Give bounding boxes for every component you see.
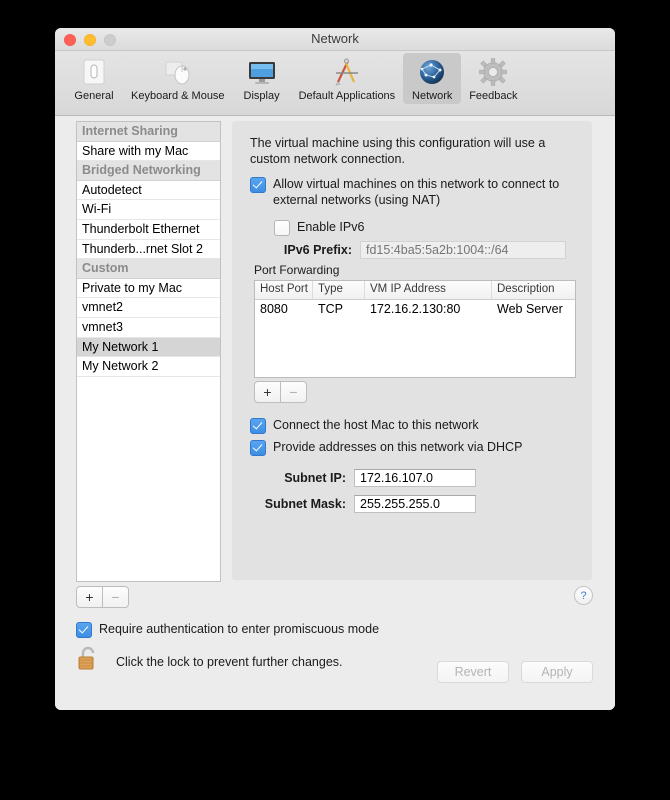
toolbar-item-default-applications[interactable]: Default Applications [293, 53, 402, 104]
toolbar-label-keyboard-mouse: Keyboard & Mouse [131, 90, 225, 102]
sidebar-item-my-network-2[interactable]: My Network 2 [77, 357, 220, 377]
toolbar-item-general[interactable]: General [65, 53, 123, 104]
sidebar-item-vmnet3[interactable]: vmnet3 [77, 318, 220, 338]
window-titlebar: Network [55, 28, 615, 51]
toolbar-label-general: General [74, 90, 114, 102]
table-row[interactable]: 8080 TCP 172.16.2.130:80 Web Server [255, 300, 575, 320]
column-header-description[interactable]: Description [492, 281, 575, 299]
toolbar-label-feedback: Feedback [469, 90, 518, 102]
toolbar-item-keyboard-mouse[interactable]: Keyboard & Mouse [125, 53, 231, 104]
enable-ipv6-checkbox-row[interactable]: Enable IPv6 [274, 219, 364, 236]
default-applications-icon [331, 56, 363, 88]
sidebar-item-wifi[interactable]: Wi-Fi [77, 200, 220, 220]
sidebar-item-thunderbolt-ethernet-slot-2[interactable]: Thunderb...rnet Slot 2 [77, 240, 220, 260]
help-button[interactable]: ? [574, 586, 593, 605]
display-icon [246, 56, 278, 88]
lock-instruction-text: Click the lock to prevent further change… [116, 654, 343, 669]
add-network-button[interactable]: + [76, 586, 103, 608]
toolbar-item-feedback[interactable]: Feedback [463, 53, 523, 104]
network-detail-panel: The virtual machine using this configura… [232, 121, 592, 580]
ipv6-prefix-input[interactable] [360, 241, 566, 259]
network-description: The virtual machine using this configura… [250, 136, 546, 166]
toolbar-item-display[interactable]: Display [233, 53, 291, 104]
sidebar-item-private-to-my-mac[interactable]: Private to my Mac [77, 279, 220, 299]
remove-network-button[interactable]: − [103, 586, 129, 608]
column-header-type[interactable]: Type [313, 281, 365, 299]
port-forwarding-title: Port Forwarding [254, 263, 340, 277]
promiscuous-checkbox-row[interactable]: Require authentication to enter promiscu… [76, 621, 379, 638]
allow-nat-checkbox[interactable] [250, 177, 266, 193]
port-forwarding-buttons: + − [254, 381, 307, 403]
dhcp-label: Provide addresses on this network via DH… [273, 440, 523, 454]
enable-ipv6-label: Enable IPv6 [297, 220, 365, 234]
toolbar-label-network: Network [412, 90, 453, 102]
cell-vm-ip-address: 172.16.2.130:80 [370, 302, 461, 316]
network-globe-icon [416, 56, 448, 88]
preferences-toolbar: General Keyboard & Mouse Display Default… [55, 51, 615, 116]
cell-type: TCP [318, 302, 343, 316]
port-forwarding-header-row: Host Port Type VM IP Address Description [255, 281, 575, 300]
footer-buttons: Revert Apply [437, 661, 593, 683]
cell-description: Web Server [497, 302, 563, 316]
ipv6-prefix-label: IPv6 Prefix: [283, 243, 352, 257]
apply-button[interactable]: Apply [521, 661, 593, 683]
sidebar-empty-space [77, 377, 220, 396]
sidebar-section-internet-sharing: Internet Sharing [77, 122, 220, 142]
subnet-mask-row: Subnet Mask: [250, 495, 476, 513]
sidebar-section-custom: Custom [77, 259, 220, 279]
toolbar-item-network[interactable]: Network [403, 53, 462, 104]
promiscuous-label: Require authentication to enter promiscu… [99, 622, 380, 636]
window-title: Network [311, 31, 359, 46]
network-list-buttons: + − [76, 586, 129, 608]
sidebar-item-share-with-my-mac[interactable]: Share with my Mac [77, 142, 220, 162]
promiscuous-checkbox[interactable] [76, 622, 92, 638]
dhcp-checkbox-row[interactable]: Provide addresses on this network via DH… [250, 439, 522, 456]
enable-ipv6-checkbox[interactable] [274, 220, 290, 236]
column-header-host-port[interactable]: Host Port [255, 281, 313, 299]
toolbar-label-default-applications: Display [243, 90, 280, 102]
revert-button[interactable]: Revert [437, 661, 509, 683]
connect-host-checkbox-row[interactable]: Connect the host Mac to this network [250, 417, 479, 434]
connect-host-checkbox[interactable] [250, 418, 266, 434]
remove-port-forward-button[interactable]: − [281, 381, 307, 403]
toolbar-label-display: Default Applications [298, 90, 396, 102]
feedback-gear-icon [477, 56, 509, 88]
sidebar-item-autodetect[interactable]: Autodetect [77, 181, 220, 201]
allow-nat-checkbox-row[interactable]: Allow virtual machines on this network t… [250, 176, 578, 208]
subnet-ip-label: Subnet IP: [284, 471, 346, 485]
sidebar-section-bridged-networking: Bridged Networking [77, 161, 220, 181]
allow-nat-label: Allow virtual machines on this network t… [273, 177, 560, 207]
add-port-forward-button[interactable]: + [254, 381, 281, 403]
lock-open-icon[interactable] [76, 644, 102, 679]
network-preferences-window: Network General Keyboard & Mouse Display… [55, 28, 615, 710]
subnet-ip-input[interactable] [354, 469, 476, 487]
dhcp-checkbox[interactable] [250, 440, 266, 456]
ipv6-prefix-row: IPv6 Prefix: [274, 241, 574, 259]
subnet-mask-label: Subnet Mask: [264, 497, 346, 511]
subnet-mask-input[interactable] [354, 495, 476, 513]
keyboard-mouse-icon [162, 56, 194, 88]
preferences-body: Internet Sharing Share with my Mac Bridg… [55, 116, 615, 710]
network-list[interactable]: Internet Sharing Share with my Mac Bridg… [76, 121, 221, 582]
general-icon [78, 56, 110, 88]
connect-host-label: Connect the host Mac to this network [273, 418, 479, 432]
port-forwarding-table[interactable]: Host Port Type VM IP Address Description… [254, 280, 576, 378]
column-header-vm-ip-address[interactable]: VM IP Address [365, 281, 492, 299]
lock-area: Click the lock to prevent further change… [76, 644, 343, 679]
cell-host-port: 8080 [260, 302, 288, 316]
sidebar-item-thunderbolt-ethernet[interactable]: Thunderbolt Ethernet [77, 220, 220, 240]
subnet-ip-row: Subnet IP: [250, 469, 476, 487]
sidebar-item-vmnet2[interactable]: vmnet2 [77, 298, 220, 318]
sidebar-item-my-network-1[interactable]: My Network 1 [77, 337, 220, 358]
